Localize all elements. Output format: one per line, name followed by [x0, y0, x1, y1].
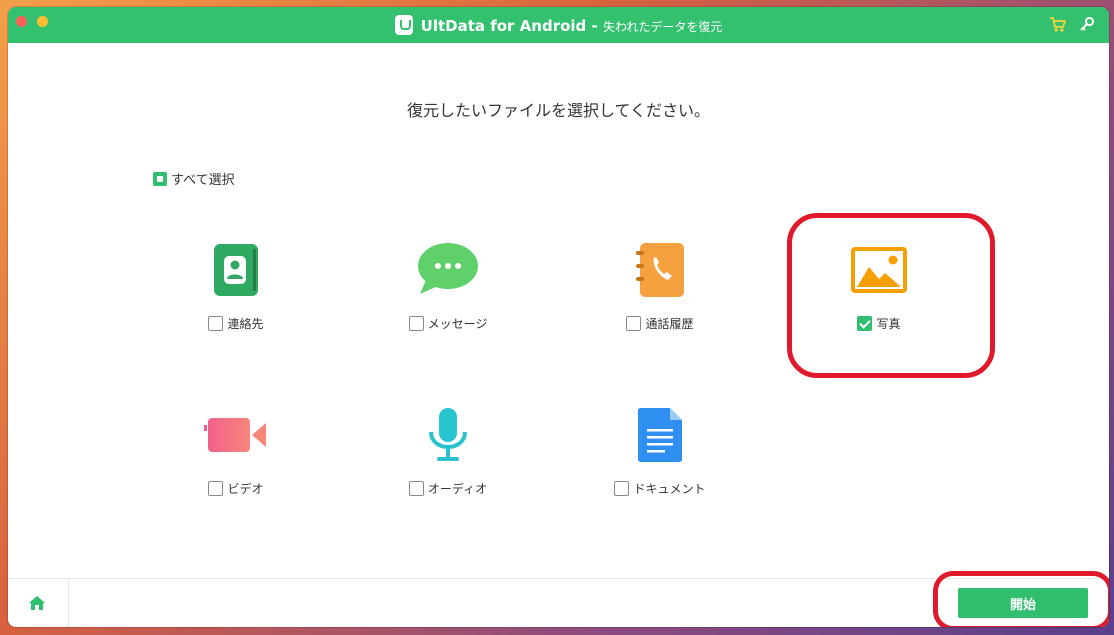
- instruction-heading: 復元したいファイルを選択してください。: [406, 101, 711, 120]
- app-logo-icon: [394, 15, 413, 35]
- call-history-label: 通話履歴: [645, 317, 694, 331]
- cart-icon[interactable]: [1049, 16, 1067, 37]
- video-icon: [204, 418, 266, 452]
- file-type-video[interactable]: ビデオ: [136, 402, 336, 497]
- contacts-checkbox[interactable]: [208, 316, 224, 331]
- contacts-icon: [214, 244, 258, 296]
- contacts-label: 連絡先: [227, 317, 264, 331]
- app-name: UltData for Android: [420, 17, 587, 35]
- file-type-messages[interactable]: メッセージ: [348, 237, 548, 332]
- home-button[interactable]: [8, 579, 69, 627]
- video-label: ビデオ: [227, 482, 264, 496]
- key-icon[interactable]: [1079, 16, 1095, 36]
- video-checkbox[interactable]: [208, 481, 224, 496]
- home-icon: [29, 596, 45, 610]
- file-type-audio[interactable]: オーディオ: [348, 402, 548, 497]
- window-subtitle: 失われたデータを復元: [602, 20, 723, 34]
- file-type-call-history[interactable]: 通話履歴: [560, 237, 760, 332]
- window-title: UltData for Android - 失われたデータを復元: [8, 15, 1109, 35]
- call-history-checkbox[interactable]: [626, 316, 642, 331]
- select-all-checkbox[interactable]: [153, 172, 167, 186]
- file-type-document[interactable]: ドキュメント: [560, 402, 760, 497]
- start-button-highlight-annotation: [933, 571, 1109, 627]
- messages-label: メッセージ: [427, 317, 488, 331]
- select-all-toggle[interactable]: すべて選択: [153, 169, 235, 188]
- messages-icon: [418, 243, 478, 294]
- document-icon: [638, 408, 682, 462]
- title-bar: UltData for Android - 失われたデータを復元: [8, 7, 1109, 43]
- title-separator: -: [586, 17, 603, 35]
- document-checkbox[interactable]: [614, 481, 630, 496]
- app-window: UltData for Android - 失われたデータを復元 復元したいファ…: [8, 7, 1109, 627]
- select-all-label: すべて選択: [171, 173, 235, 188]
- messages-checkbox[interactable]: [408, 316, 424, 331]
- audio-icon: [429, 408, 467, 461]
- audio-checkbox[interactable]: [408, 481, 424, 496]
- document-label: ドキュメント: [633, 482, 706, 496]
- audio-label: オーディオ: [427, 482, 488, 496]
- photo-highlight-annotation: [787, 213, 995, 378]
- call-history-icon: [636, 243, 684, 297]
- file-type-contacts[interactable]: 連絡先: [136, 237, 336, 332]
